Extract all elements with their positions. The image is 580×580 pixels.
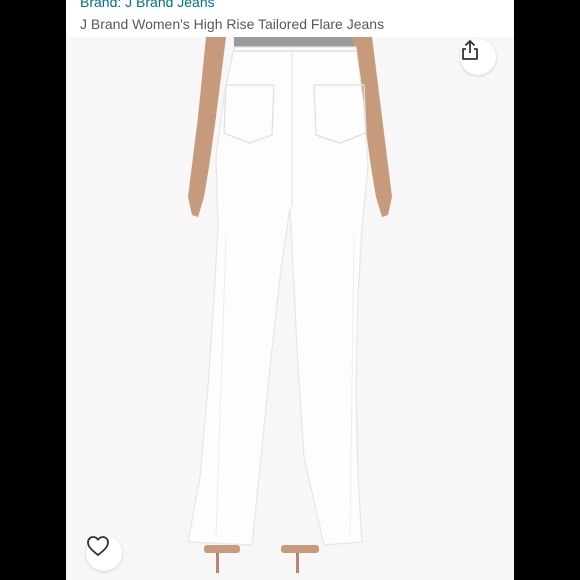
- product-screen: Brand: J Brand Jeans J Brand Women's Hig…: [66, 0, 514, 580]
- share-icon: [462, 40, 478, 60]
- favorite-button[interactable]: [86, 535, 122, 571]
- right-shoe: [281, 545, 319, 553]
- left-heel: [216, 553, 219, 573]
- product-title: J Brand Women's High Rise Tailored Flare…: [80, 16, 385, 32]
- brand-link[interactable]: Brand: J Brand Jeans: [80, 0, 215, 10]
- heart-icon: [87, 536, 109, 556]
- right-heel: [296, 553, 299, 573]
- product-image[interactable]: [66, 37, 514, 580]
- jeans-illustration: [187, 37, 392, 573]
- share-button[interactable]: [460, 39, 496, 75]
- left-shoe: [204, 545, 240, 553]
